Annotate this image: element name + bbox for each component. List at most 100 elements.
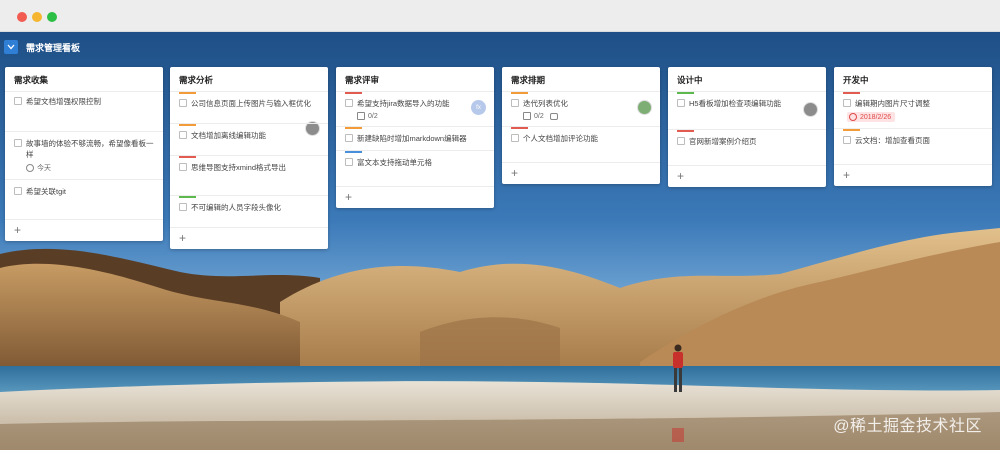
card-checkbox[interactable] xyxy=(843,99,851,107)
card-color-bar xyxy=(345,151,362,153)
checklist-icon xyxy=(357,112,365,120)
card-checkbox[interactable] xyxy=(179,203,187,211)
column-requirements-review: 需求评审 希望支持jira数据导入的功能 0/2 fx 新建缺陷时增加markd… xyxy=(336,67,494,208)
window-titlebar xyxy=(0,0,1000,32)
card[interactable]: 公司信息页面上传图片与输入框优化 xyxy=(170,91,328,136)
card-color-bar xyxy=(677,130,694,132)
card-title: H5看板增加检查项编辑功能 xyxy=(689,99,782,108)
maximize-window-button[interactable] xyxy=(47,12,57,22)
card[interactable]: 思维导图支持xmind格式导出 xyxy=(170,155,328,195)
chevron-down-icon xyxy=(7,44,15,50)
card[interactable]: 个人文档增加评论功能 xyxy=(502,126,660,162)
add-card-row: + xyxy=(5,219,163,241)
card[interactable]: 官网新增案例介绍页 xyxy=(668,129,826,165)
card-checkbox[interactable] xyxy=(677,137,685,145)
card[interactable]: 希望文档增强权限控制 xyxy=(5,91,163,113)
user-avatar[interactable] xyxy=(637,100,652,115)
card-checkbox[interactable] xyxy=(345,158,353,166)
board-toggle-button[interactable] xyxy=(4,40,18,54)
card-checkbox[interactable] xyxy=(179,163,187,171)
add-card-button[interactable]: + xyxy=(14,223,21,237)
close-window-button[interactable] xyxy=(17,12,27,22)
card-color-bar xyxy=(179,156,196,158)
card-title: 官网新增案例介绍页 xyxy=(689,137,757,146)
due-date-badge: 2018/2/26 xyxy=(847,112,896,122)
card-color-bar xyxy=(179,124,196,126)
card-checkbox[interactable] xyxy=(179,131,187,139)
card[interactable]: 云文档：增加查看页面 xyxy=(834,128,992,164)
card-title: 云文档：增加查看页面 xyxy=(855,136,930,145)
card-title: 希望关联tgit xyxy=(26,187,67,196)
card-due-date: 2018/2/26 xyxy=(847,112,984,122)
clock-icon xyxy=(26,164,34,172)
card[interactable]: 希望关联tgit xyxy=(5,179,163,219)
card[interactable]: 文档增加离线编辑功能 xyxy=(170,123,328,155)
column-title: 需求排期 xyxy=(511,75,546,85)
card-checkbox[interactable] xyxy=(843,136,851,144)
card[interactable]: 迭代列表优化 0/2 xyxy=(502,91,660,126)
card-title: 编辑期内图片尺寸调整 xyxy=(855,99,930,108)
add-card-button[interactable]: + xyxy=(511,166,518,180)
card[interactable]: 新建缺陷时增加markdown编辑器 xyxy=(336,126,494,150)
card-title: 个人文档增加评论功能 xyxy=(523,134,598,143)
column-title: 设计中 xyxy=(677,75,703,85)
column-title: 需求收集 xyxy=(14,75,49,85)
card-title: 希望文档增强权限控制 xyxy=(26,97,101,106)
card-title: 不可编辑的人员字段头像化 xyxy=(191,203,281,212)
card-color-bar xyxy=(843,92,860,94)
card-color-bar xyxy=(345,127,362,129)
card-checkbox[interactable] xyxy=(179,99,187,107)
add-card-row: + xyxy=(170,227,328,249)
column-in-development: 开发中 编辑期内图片尺寸调整 2018/2/26 云文档：增加查看页面 + xyxy=(834,67,992,186)
card-checkbox[interactable] xyxy=(14,139,22,147)
column-title: 开发中 xyxy=(843,75,869,85)
card-checkbox[interactable] xyxy=(345,134,353,142)
checklist-icon xyxy=(523,112,531,120)
card-checkbox[interactable] xyxy=(677,99,685,107)
card[interactable]: 编辑期内图片尺寸调整 2018/2/26 xyxy=(834,91,992,128)
card[interactable]: 希望支持jira数据导入的功能 0/2 fx xyxy=(336,91,494,126)
card-checklist-progress: 0/2 xyxy=(357,112,486,120)
due-date-text: 今天 xyxy=(37,165,51,172)
board-header: 需求管理看板 xyxy=(4,40,80,54)
watermark-text: @稀土掘金技术社区 xyxy=(833,418,982,435)
card-checkbox[interactable] xyxy=(511,134,519,142)
card-title: 希望支持jira数据导入的功能 xyxy=(357,99,450,108)
card-title: 公司信息页面上传图片与输入框优化 xyxy=(191,99,311,108)
card-checkbox[interactable] xyxy=(14,187,22,195)
card-title: 故事墙的体验不够流畅，希望像看板一样 xyxy=(26,139,154,159)
card-checkbox[interactable] xyxy=(345,99,353,107)
add-card-row: + xyxy=(834,164,992,186)
user-avatar[interactable]: fx xyxy=(471,100,486,115)
card[interactable]: 富文本支持拖动单元格 xyxy=(336,150,494,186)
card-checklist-progress: 0/2 xyxy=(523,112,652,120)
column-title: 需求分析 xyxy=(179,75,214,85)
add-card-button[interactable]: + xyxy=(843,168,850,182)
user-avatar[interactable] xyxy=(803,102,818,117)
card-due-date: 今天 xyxy=(26,163,155,173)
card-checkbox[interactable] xyxy=(511,99,519,107)
card-color-bar xyxy=(511,127,528,129)
card-color-bar xyxy=(511,92,528,94)
column-requirements-collection: 需求收集 希望文档增强权限控制 故事墙的体验不够流畅，希望像看板一样 今天 希望… xyxy=(5,67,163,241)
add-card-button[interactable]: + xyxy=(677,169,684,183)
checklist-count: 0/2 xyxy=(368,112,378,120)
card[interactable]: 不可编辑的人员字段头像化 xyxy=(170,195,328,227)
add-card-button[interactable]: + xyxy=(179,231,186,245)
card-color-bar xyxy=(179,196,196,198)
add-card-row: + xyxy=(336,186,494,208)
card-color-bar xyxy=(843,129,860,131)
column-requirements-scheduling: 需求排期 迭代列表优化 0/2 个人文档增加评论功能 + xyxy=(502,67,660,184)
clock-icon xyxy=(849,113,857,121)
checklist-count: 0/2 xyxy=(534,112,544,120)
card-title: 迭代列表优化 xyxy=(523,99,568,108)
card[interactable]: 故事墙的体验不够流畅，希望像看板一样 今天 xyxy=(5,131,163,179)
add-card-button[interactable]: + xyxy=(345,190,352,204)
card-title: 新建缺陷时增加markdown编辑器 xyxy=(357,134,467,143)
card-checkbox[interactable] xyxy=(14,97,22,105)
card[interactable]: H5看板增加检查项编辑功能 xyxy=(668,91,826,129)
add-card-row: + xyxy=(668,165,826,187)
add-card-row: + xyxy=(502,162,660,184)
minimize-window-button[interactable] xyxy=(32,12,42,22)
column-title: 需求评审 xyxy=(345,75,380,85)
